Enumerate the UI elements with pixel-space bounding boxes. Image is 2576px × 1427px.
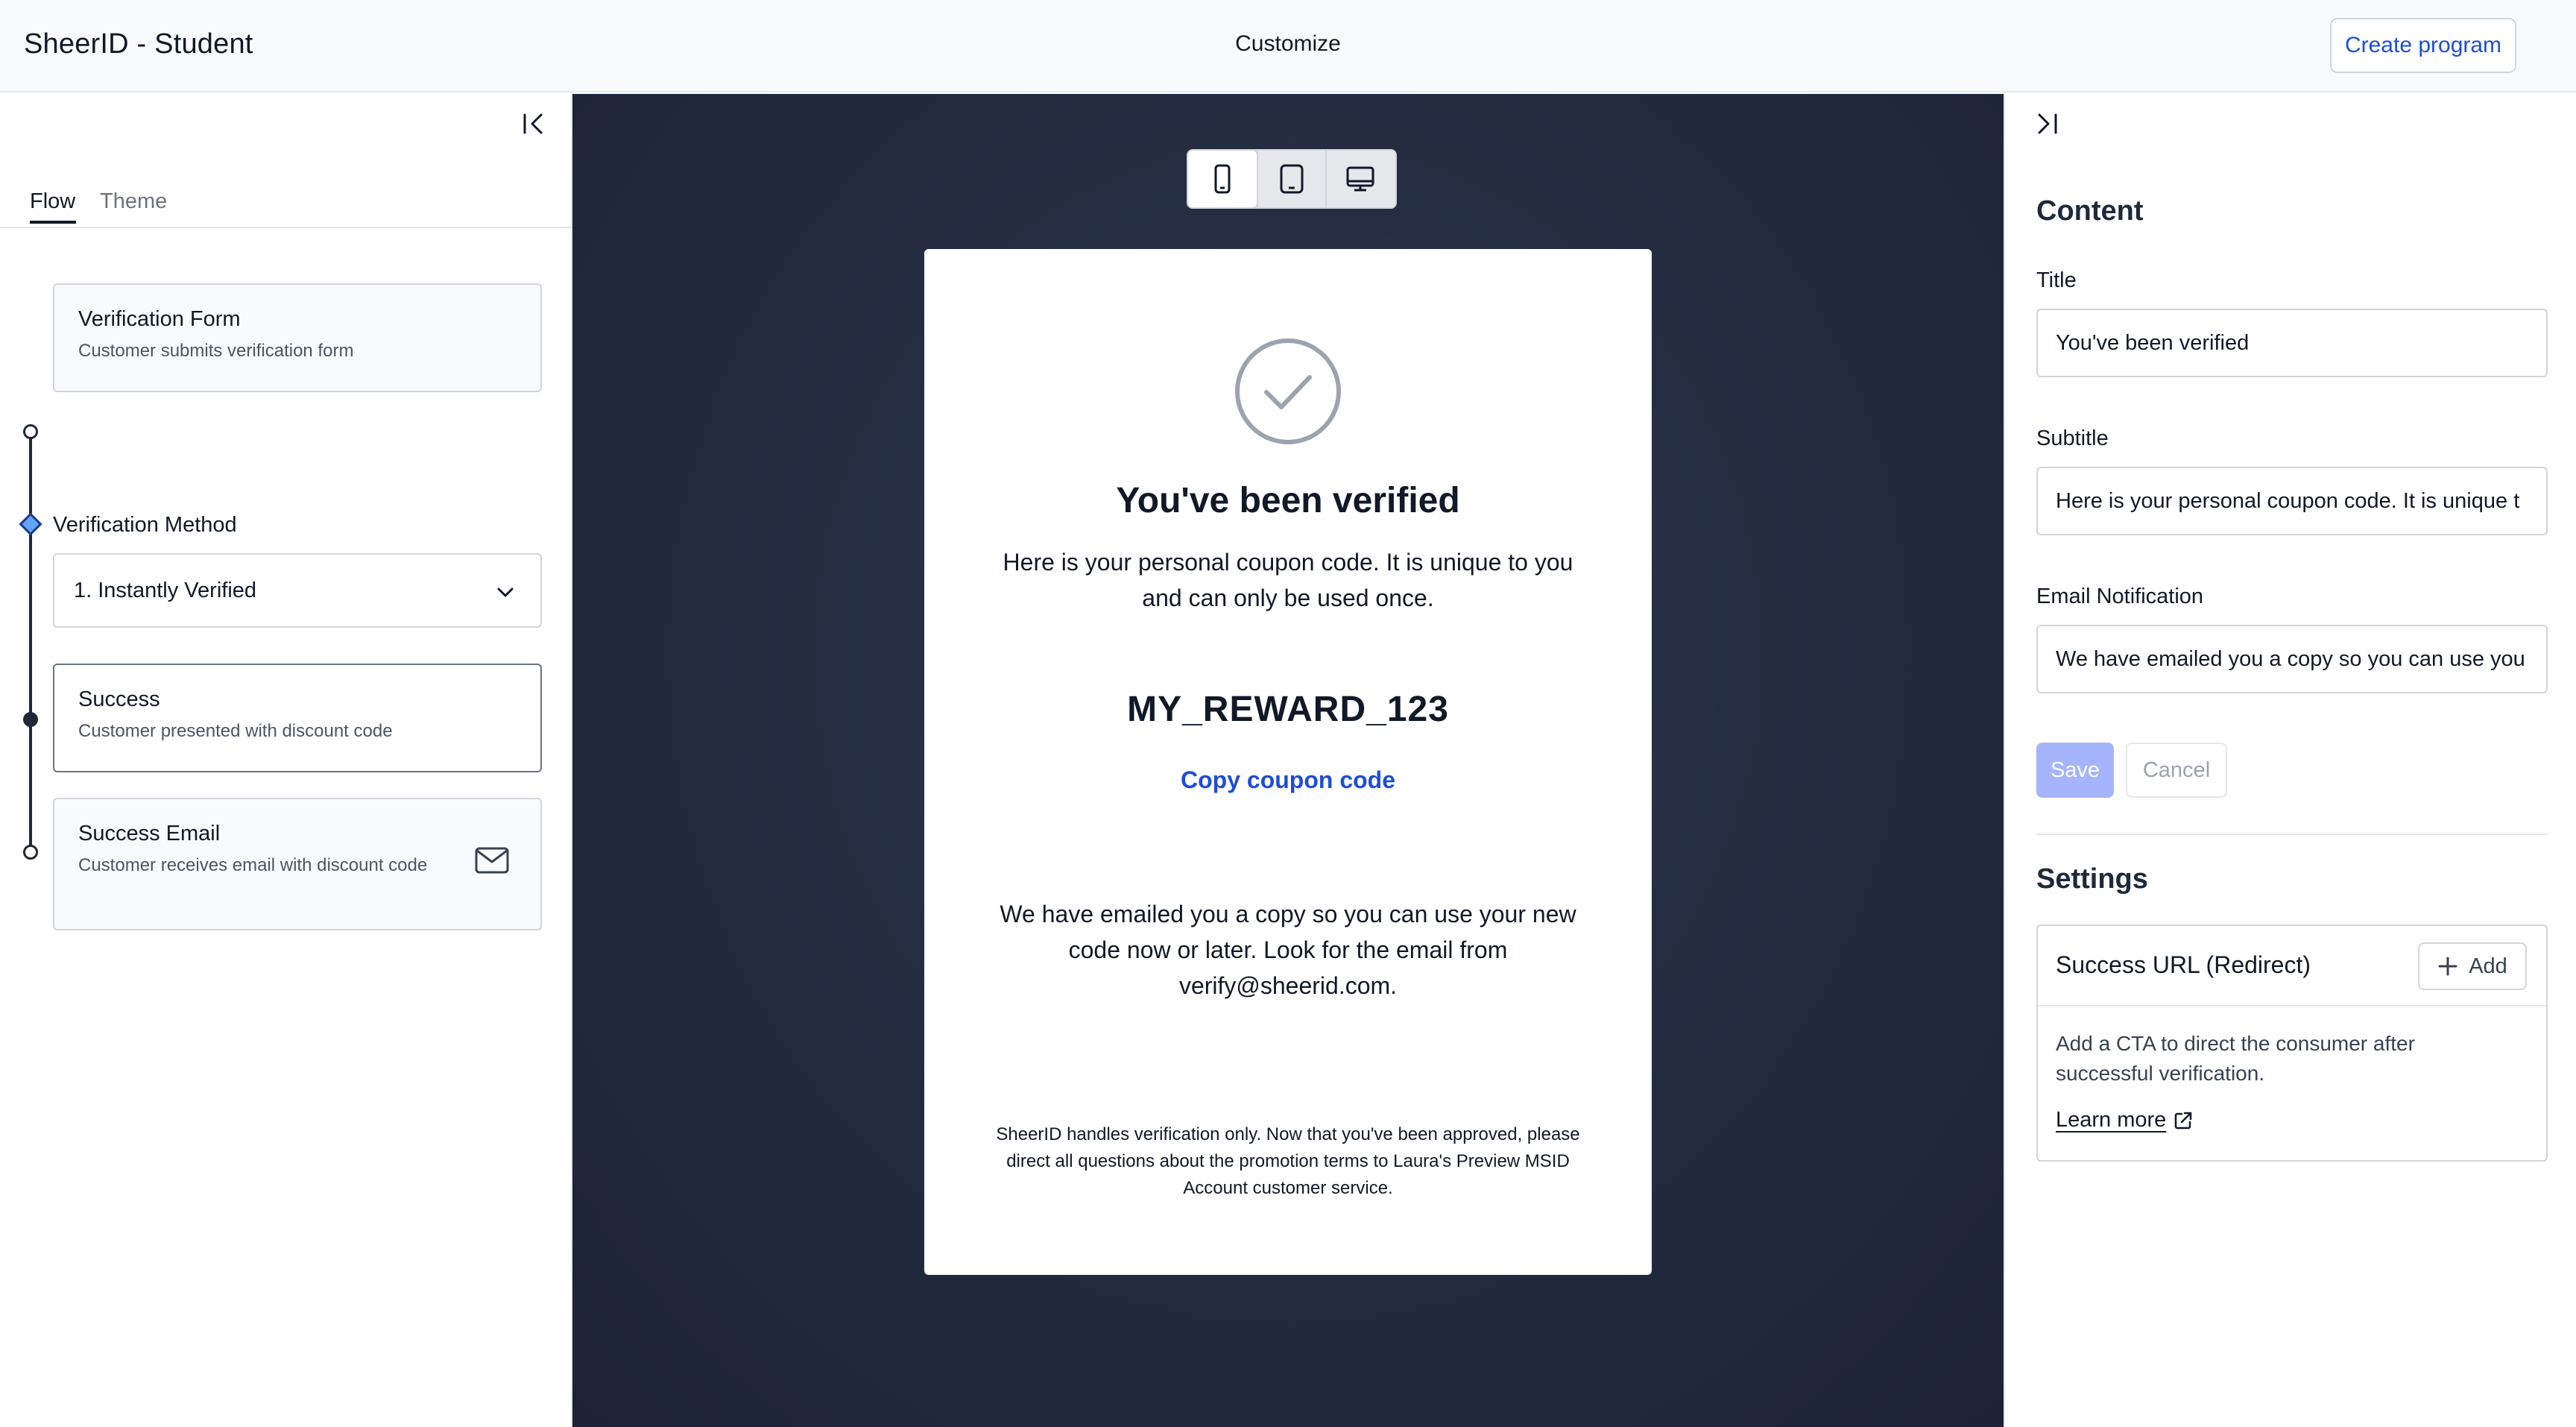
email-notification-text: We have emailed you a copy so you can us… (1000, 901, 1576, 999)
mobile-device-button[interactable] (1188, 151, 1257, 207)
timeline-diamond-icon (19, 512, 42, 536)
subtitle-field-label: Subtitle (2036, 426, 2109, 450)
step-subtitle: Customer receives email with discount co… (78, 855, 428, 875)
email-notification-field[interactable] (2036, 625, 2548, 693)
step-verification-form[interactable]: Verification Form Customer submits verif… (53, 283, 542, 392)
preview-title: You've been verified (1116, 481, 1460, 520)
create-program-button[interactable]: Create program (2330, 18, 2516, 73)
mail-icon (475, 847, 509, 874)
step-subtitle: Customer submits verification form (78, 341, 354, 361)
learn-more-label: Learn more (2056, 1108, 2167, 1132)
check-circle-icon (1234, 337, 1342, 446)
add-success-url-button[interactable]: Add (2418, 942, 2527, 990)
select-value: 1. Instantly Verified (74, 579, 257, 602)
content-panel: Content Title Subtitle Email Notificatio… (2004, 94, 2576, 1427)
step-title: Verification Form (78, 307, 241, 331)
tablet-device-button[interactable] (1257, 151, 1325, 207)
collapse-left-icon[interactable] (519, 109, 549, 139)
save-button[interactable]: Save (2036, 743, 2114, 798)
desktop-device-button[interactable] (1325, 151, 1394, 207)
cancel-button[interactable]: Cancel (2126, 743, 2227, 798)
copy-coupon-link[interactable]: Copy coupon code (924, 766, 1652, 794)
verification-method-label: Verification Method (53, 513, 237, 537)
subtitle-field[interactable] (2036, 467, 2548, 535)
email-notification-field-label: Email Notification (2036, 585, 2204, 608)
step-success-email[interactable]: Success Email Customer receives email wi… (53, 798, 542, 930)
preview-canvas: You've been verified Here is your person… (572, 94, 2004, 1427)
title-field[interactable] (2036, 309, 2548, 377)
step-success[interactable]: Success Customer presented with discount… (53, 664, 542, 772)
section-divider (2036, 834, 2548, 835)
verification-method-select[interactable]: 1. Instantly Verified (53, 553, 542, 628)
success-url-header: Success URL (Redirect) Add (2038, 926, 2546, 1007)
timeline-node-icon (23, 845, 38, 860)
learn-more-link[interactable]: Learn more (2056, 1108, 2193, 1133)
success-url-title: Success URL (Redirect) (2056, 951, 2311, 978)
settings-section-title: Settings (2036, 863, 2148, 895)
tab-flow[interactable]: Flow (30, 189, 75, 214)
timeline-node-icon (23, 424, 38, 439)
disclaimer-text: SheerID handles verification only. Now t… (996, 1124, 1580, 1198)
panel-tabs (0, 188, 572, 228)
content-section-title: Content (2036, 195, 2144, 227)
plus-icon (2438, 957, 2457, 976)
tab-theme[interactable]: Theme (100, 189, 167, 214)
success-preview-card: You've been verified Here is your person… (924, 249, 1652, 1275)
success-url-card: Success URL (Redirect) Add Add a CTA to … (2036, 924, 2548, 1162)
device-toggle (1187, 149, 1397, 209)
desktop-icon (1346, 166, 1374, 192)
step-subtitle: Customer presented with discount code (78, 721, 393, 741)
flow-panel: Flow Theme Verification Form Customer su… (0, 94, 572, 1427)
preview-subtitle: Here is your personal coupon code. It is… (1003, 549, 1573, 611)
step-title: Success (78, 687, 160, 711)
app-title: SheerID - Student (24, 28, 253, 60)
timeline-node-active-icon (23, 712, 38, 727)
title-field-label: Title (2036, 268, 2077, 292)
mobile-icon (1214, 164, 1231, 194)
external-link-icon (2175, 1112, 2192, 1129)
collapse-right-icon[interactable] (2032, 109, 2062, 139)
tab-active-indicator (30, 221, 76, 224)
coupon-code: MY_REWARD_123 (1127, 690, 1449, 729)
add-button-label: Add (2469, 954, 2507, 978)
top-header: SheerID - Student Customize Create progr… (0, 0, 2576, 92)
tablet-icon (1280, 164, 1304, 194)
step-title: Success Email (78, 822, 221, 845)
chevron-down-icon (494, 582, 517, 604)
success-url-description: Add a CTA to direct the consumer after s… (2056, 1032, 2415, 1085)
flow-timeline (29, 433, 32, 851)
page-title: Customize (1235, 31, 1341, 56)
